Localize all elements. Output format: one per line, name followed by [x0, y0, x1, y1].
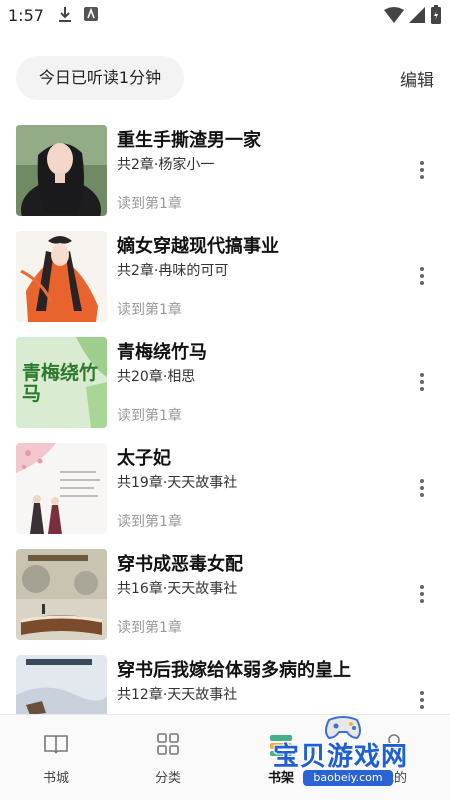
- book-cover: [16, 125, 107, 216]
- grid-icon: [155, 731, 181, 757]
- book-item[interactable]: 重生手撕渣男一家 共2章·杨家小一 读到第1章: [0, 118, 450, 224]
- book-cover: [16, 549, 107, 640]
- nav-item-category[interactable]: 分类: [112, 715, 224, 800]
- status-time: 1:57: [8, 6, 44, 25]
- bookshelf-list: 重生手撕渣男一家 共2章·杨家小一 读到第1章 嫡女穿越现代搞事业 共2章·冉味…: [0, 118, 450, 714]
- book-meta: 共19章·天天故事社: [117, 475, 238, 491]
- book-item[interactable]: 穿书后我嫁给体弱多病的皇上 共12章·天天故事社: [0, 648, 450, 714]
- nav-item-bookstore[interactable]: 书城: [0, 715, 112, 800]
- more-options-icon[interactable]: [414, 585, 430, 607]
- book-progress: 读到第1章: [117, 514, 182, 530]
- book-title: 穿书成恶毒女配: [117, 554, 243, 575]
- watermark-title: 宝贝游戏网: [273, 742, 409, 772]
- book-title: 嫡女穿越现代搞事业: [117, 236, 279, 257]
- header: 今日已听读1分钟 编辑: [0, 56, 450, 102]
- status-bar: 1:57: [0, 0, 450, 32]
- more-options-icon[interactable]: [414, 161, 430, 183]
- book-item[interactable]: 嫡女穿越现代搞事业 共2章·冉味的可可 读到第1章: [0, 224, 450, 330]
- book-progress: 读到第1章: [117, 196, 182, 212]
- nav-label: 分类: [154, 771, 181, 786]
- wifi-icon: [384, 7, 404, 27]
- book-cover: 青梅绕竹马: [16, 337, 107, 428]
- book-item[interactable]: 穿书成恶毒女配 共16章·天天故事社 读到第1章: [0, 542, 450, 648]
- book-title: 穿书后我嫁给体弱多病的皇上: [117, 660, 351, 681]
- book-item[interactable]: 太子妃 共19章·天天故事社 读到第1章: [0, 436, 450, 542]
- reading-time-badge: 今日已听读1分钟: [16, 56, 184, 100]
- book-progress: 读到第1章: [117, 620, 182, 636]
- book-cover: [16, 443, 107, 534]
- book-title: 青梅绕竹马: [117, 342, 207, 363]
- book-title: 太子妃: [117, 448, 171, 469]
- book-icon: [43, 731, 69, 757]
- book-meta: 共2章·冉味的可可: [117, 263, 229, 279]
- nav-label: 书城: [42, 771, 69, 786]
- more-options-icon[interactable]: [414, 479, 430, 501]
- signal-icon: [409, 7, 425, 27]
- download-icon: [58, 6, 72, 28]
- book-title: 重生手撕渣男一家: [117, 130, 261, 151]
- watermark: 宝贝游戏网 baobeiy.com: [265, 712, 425, 786]
- app-icon: [84, 6, 98, 26]
- book-meta: 共12章·天天故事社: [117, 687, 238, 703]
- edit-button[interactable]: 编辑: [400, 66, 434, 91]
- cover-title: 青梅绕竹马: [22, 362, 99, 405]
- book-progress: 读到第1章: [117, 302, 182, 318]
- battery-icon: [431, 5, 441, 28]
- book-cover: [16, 231, 107, 322]
- book-meta: 共2章·杨家小一: [117, 157, 215, 173]
- book-progress: 读到第1章: [117, 408, 182, 424]
- watermark-url: baobeiy.com: [303, 770, 393, 786]
- book-cover: [16, 655, 107, 714]
- more-options-icon[interactable]: [414, 691, 430, 713]
- book-meta: 共16章·天天故事社: [117, 581, 238, 597]
- book-item[interactable]: 青梅绕竹马 青梅绕竹马 共20章·相思 读到第1章: [0, 330, 450, 436]
- more-options-icon[interactable]: [414, 267, 430, 289]
- book-meta: 共20章·相思: [117, 369, 196, 385]
- more-options-icon[interactable]: [414, 373, 430, 395]
